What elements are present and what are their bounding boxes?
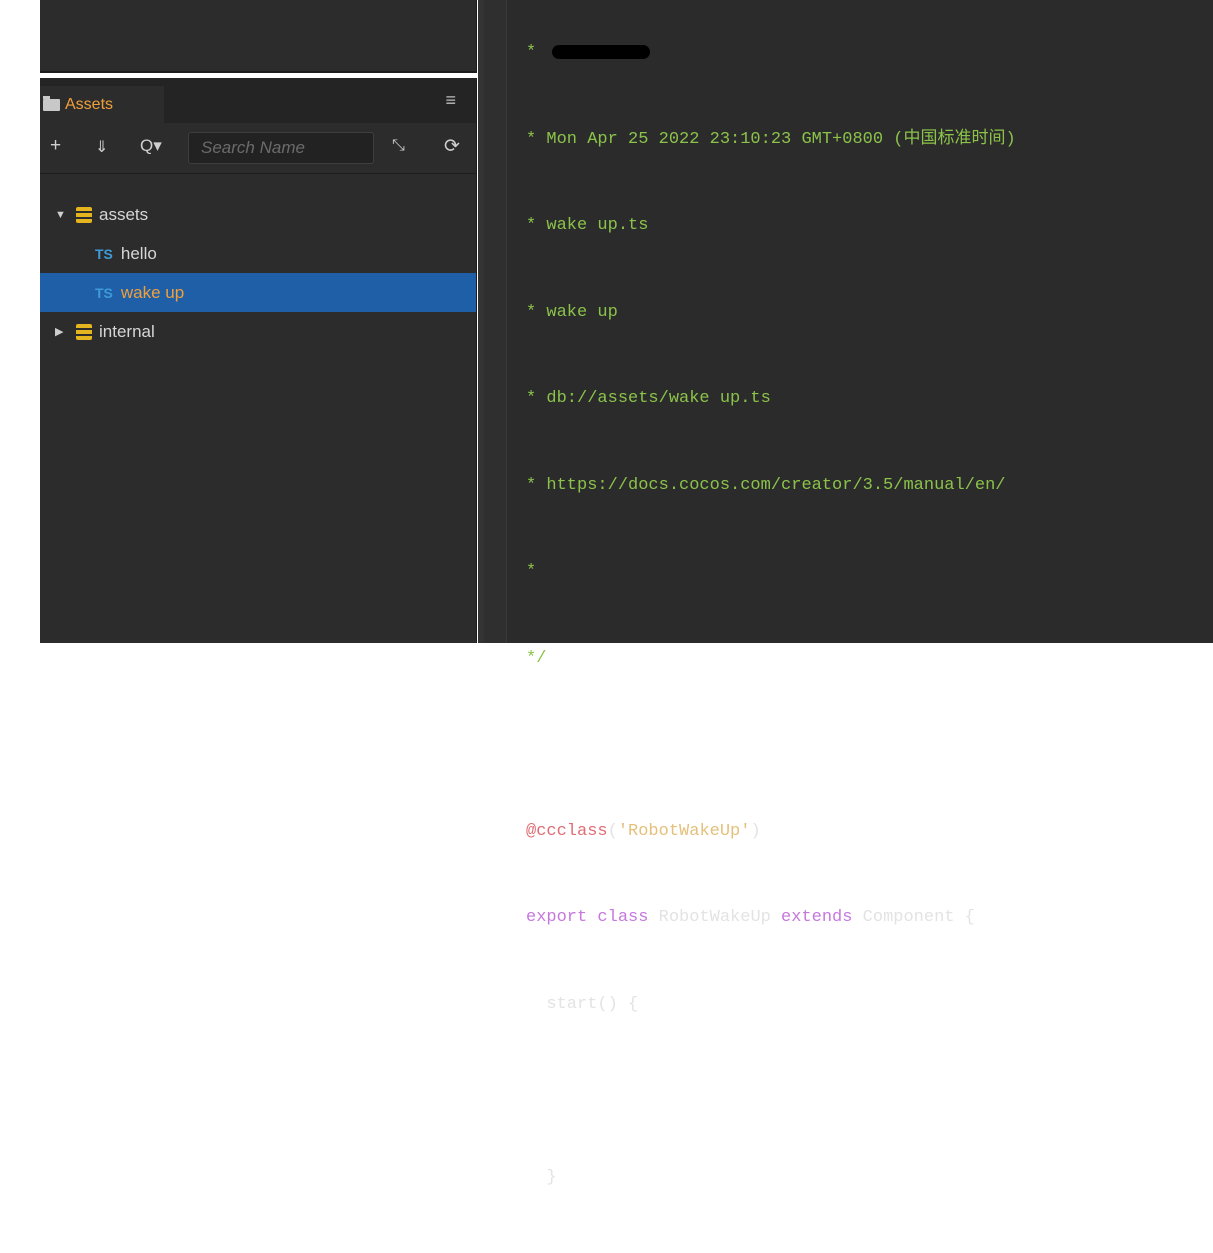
database-icon xyxy=(76,206,92,223)
collapse-icon[interactable]: ⤡ xyxy=(392,137,405,155)
folder-icon xyxy=(43,95,60,111)
assets-tabbar: Assets ≡ xyxy=(40,78,476,123)
tab-assets-label: Assets xyxy=(65,95,114,113)
code-editor[interactable]: * * Mon Apr 25 2022 23:10:23 GMT+0800 (中… xyxy=(478,0,1213,1187)
hamburger-menu-icon[interactable]: ≡ xyxy=(445,90,456,111)
search-input[interactable] xyxy=(189,133,373,163)
chevron-down-icon[interactable]: ▼ xyxy=(55,209,67,221)
tree-item-label: internal xyxy=(99,321,155,341)
tree-item-assets[interactable]: ▼ assets xyxy=(40,195,476,234)
tree-item-label: hello xyxy=(120,243,157,263)
chevron-right-icon[interactable]: ▶ xyxy=(55,325,67,338)
editor-gutter xyxy=(484,0,507,643)
redacted-text xyxy=(552,44,651,59)
upper-panel xyxy=(40,0,477,73)
code-line: export class RobotWakeUp extends Compone… xyxy=(526,908,975,927)
code-line: @ccclass('RobotWakeUp') xyxy=(526,821,761,841)
code-line: * db://assets/wake up.ts xyxy=(526,389,771,408)
tree-item-label: wake up xyxy=(120,282,185,302)
code-content[interactable]: * * Mon Apr 25 2022 23:10:23 GMT+0800 (中… xyxy=(526,4,1016,1253)
assets-panel: Assets ≡ + ⇓ Q▾ ⤡ ⟳ ▼ assets TS hello TS… xyxy=(40,78,477,643)
keyword-token: extends xyxy=(781,908,853,927)
search-box[interactable] xyxy=(188,132,374,164)
typescript-icon: TS xyxy=(95,245,113,262)
tree-item-internal[interactable]: ▶ internal xyxy=(40,312,476,351)
code-line: } xyxy=(526,1167,557,1187)
code-line: * Mon Apr 25 2022 23:10:23 GMT+0800 (中国标… xyxy=(526,129,1016,149)
keyword-token: export class xyxy=(526,908,649,927)
tree-item-hello[interactable]: TS hello xyxy=(40,234,476,273)
code-line: * wake up.ts xyxy=(526,216,649,235)
sort-icon[interactable]: ⇓ xyxy=(95,137,108,157)
left-margin xyxy=(0,0,40,643)
tree-item-label: assets xyxy=(99,204,149,224)
code-line: * xyxy=(526,42,1016,91)
tree-item-wake-up[interactable]: TS wake up xyxy=(40,273,476,312)
code-line: * wake up xyxy=(526,302,618,322)
code-line: start() { xyxy=(526,994,639,1014)
search-type-icon[interactable]: Q▾ xyxy=(140,136,162,156)
decorator-token: @ccclass xyxy=(526,821,608,841)
code-line: */ xyxy=(526,648,547,668)
asset-tree: ▼ assets TS hello TS wake up ▶ internal xyxy=(40,195,476,351)
typescript-icon: TS xyxy=(95,284,113,301)
code-line: * https://docs.cocos.com/creator/3.5/man… xyxy=(526,475,1006,495)
assets-toolbar: + ⇓ Q▾ ⤡ ⟳ xyxy=(40,123,476,174)
database-icon xyxy=(76,323,92,340)
add-icon[interactable]: + xyxy=(50,135,61,157)
refresh-icon[interactable]: ⟳ xyxy=(444,135,460,158)
code-line: * xyxy=(526,562,537,581)
tab-assets[interactable]: Assets xyxy=(40,86,164,123)
string-token: 'RobotWakeUp' xyxy=(617,821,751,841)
